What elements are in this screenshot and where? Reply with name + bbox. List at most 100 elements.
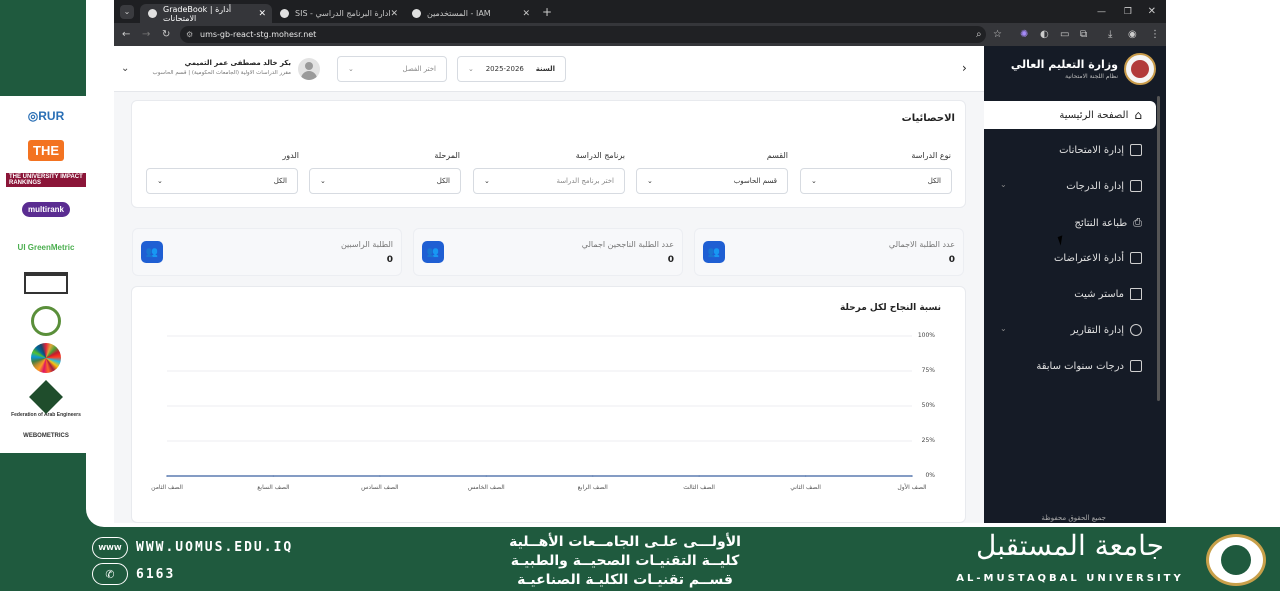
sidebar-item-exams[interactable]: إدارة الامتحانات bbox=[1059, 144, 1142, 156]
department-select[interactable]: ⌄ قسم الحاسوب bbox=[636, 168, 788, 194]
round-select[interactable]: ⌄ الكل bbox=[146, 168, 298, 194]
program-select[interactable]: ⌄ اختر برنامج الدراسة bbox=[473, 168, 625, 194]
department-value: قسم الحاسوب bbox=[733, 177, 777, 185]
pass-rate-chart-card: نسبة النجاح لكل مرحلة 100% 75% 50% 25% 0% ال… bbox=[131, 286, 966, 523]
avatar[interactable] bbox=[298, 58, 320, 80]
sidebar-scrollbar[interactable] bbox=[1157, 96, 1160, 401]
sidebar-item-previous-grades[interactable]: درجات سنوات سابقة bbox=[1036, 360, 1142, 372]
back-icon[interactable]: ← bbox=[122, 29, 130, 40]
data-point[interactable] bbox=[272, 475, 275, 477]
chevron-down-icon: ⌄ bbox=[811, 177, 817, 185]
sidebar-item-label: ماستر شيت bbox=[1074, 288, 1124, 300]
calculator-icon bbox=[1130, 180, 1142, 192]
chevron-down-icon[interactable]: ⌄ bbox=[1000, 180, 1007, 189]
sidebar-item-reports[interactable]: إدارة التقارير bbox=[1071, 324, 1142, 336]
filter-label-department: القسم bbox=[766, 151, 788, 160]
site-info-icon: ⚙ bbox=[186, 30, 194, 39]
sidebar-item-master-sheet[interactable]: ماستر شيت bbox=[1074, 288, 1142, 300]
tab-label: المستخدمين - IAM bbox=[427, 9, 491, 18]
chevron-down-icon: ⌄ bbox=[468, 65, 474, 73]
x-tick-label: الصف الخامس bbox=[467, 484, 505, 491]
phone-text: 6163 bbox=[136, 567, 176, 582]
new-tab-button[interactable]: + bbox=[542, 5, 552, 19]
study-type-select[interactable]: ⌄ الكل bbox=[800, 168, 952, 194]
slogan-line-2: كليــة التقنيـات الصحيــة والطبيـة bbox=[510, 553, 740, 569]
x-tick-label: الصف الرابع bbox=[577, 484, 608, 491]
address-bar: ← → ↻ ⚙ ums-gb-react-stg.mohesr.net ⌕ ☆ ✺… bbox=[114, 23, 1166, 46]
minimize-icon[interactable]: — bbox=[1097, 7, 1106, 17]
data-point[interactable] bbox=[804, 475, 807, 477]
app-header: ⌄ بكر خالد مصطفى عمر التميمي مقرر الدراس… bbox=[114, 46, 984, 92]
columns-logo bbox=[6, 271, 86, 295]
filter-label-study-type: نوع الدراسة bbox=[911, 151, 951, 160]
app-page: ⌄ بكر خالد مصطفى عمر التميمي مقرر الدراس… bbox=[114, 46, 1166, 523]
sidebar-item-objections[interactable]: أدارة الاعتراضات bbox=[1054, 252, 1142, 264]
round-value: الكل bbox=[273, 177, 287, 185]
slogan-line-1: الأولـــى علـى الجامــعات الأهــلية bbox=[509, 534, 741, 550]
extension3-icon[interactable]: ▭ bbox=[1060, 29, 1069, 40]
window-close-icon[interactable]: ✕ bbox=[1148, 6, 1156, 17]
year-select[interactable]: ⌄ 2025-2026 السنة bbox=[457, 56, 566, 82]
stat-card-failed-students: 👥 الطلبة الراسبين 0 bbox=[132, 228, 402, 276]
close-icon[interactable]: ✕ bbox=[390, 9, 398, 19]
statistics-title: الاحصائيات bbox=[901, 113, 955, 124]
slogan-line-3: قســم تقنيـات الكليـة الصناعيـة bbox=[517, 572, 733, 588]
sidebar-item-home[interactable]: الصفحة الرئيسية ⌂ bbox=[1059, 108, 1142, 122]
url-field[interactable]: ⚙ ums-gb-react-stg.mohesr.net bbox=[180, 26, 986, 43]
wreath-logo bbox=[6, 306, 86, 336]
x-tick-label: الصف الأول bbox=[897, 484, 927, 491]
profile-icon[interactable]: ◉ bbox=[1128, 29, 1137, 40]
x-tick-label: الصف الثاني bbox=[790, 484, 821, 491]
restore-icon[interactable]: ❐ bbox=[1124, 7, 1132, 17]
bookmark-star-icon[interactable]: ☆ bbox=[993, 29, 1002, 40]
sidebar-item-print-results[interactable]: طباعة النتائج ⎙ bbox=[1075, 216, 1143, 230]
the-logo: THE bbox=[6, 137, 86, 163]
tab-search-button[interactable]: ⌄ bbox=[120, 4, 134, 19]
data-point[interactable] bbox=[485, 475, 488, 477]
multirank-logo: multirank bbox=[6, 196, 86, 222]
home-icon: ⌂ bbox=[1134, 108, 1142, 122]
university-name-english: AL-MUSTAQBAL UNIVERSITY bbox=[956, 573, 1184, 584]
puzzle-icon[interactable]: ⧉ bbox=[1080, 29, 1087, 40]
close-icon[interactable]: ✕ bbox=[258, 9, 266, 19]
printer-icon: ⎙ bbox=[1133, 216, 1142, 229]
tab-gradebook[interactable]: GradeBook | أدارة الامتحانات ✕ bbox=[140, 4, 272, 23]
extension-icon[interactable]: ✺ bbox=[1020, 29, 1028, 40]
data-point[interactable] bbox=[911, 475, 913, 477]
data-point[interactable] bbox=[166, 475, 168, 477]
semester-placeholder: اختر الفصل bbox=[402, 65, 436, 73]
system-subtitle: نظام اللجنة الامتحانية bbox=[1065, 73, 1118, 80]
check-square-icon bbox=[1130, 360, 1142, 372]
download-icon[interactable]: ⤓ bbox=[1108, 29, 1112, 40]
reload-icon[interactable]: ↻ bbox=[162, 29, 170, 40]
data-point[interactable] bbox=[591, 475, 594, 477]
university-banner: WWW WWW.UOMUS.EDU.IQ ✆ 6163 الأولـــى عل… bbox=[0, 527, 1280, 591]
user-role: مقرر الدراسات الاولية (الجامعات الحكومية… bbox=[152, 70, 291, 76]
forward-icon[interactable]: → bbox=[142, 29, 150, 40]
tab-label: SIS - ادارة البرنامج الدراسي bbox=[295, 9, 391, 18]
stage-value: الكل bbox=[436, 177, 450, 185]
x-tick-label: الصف السادس bbox=[361, 484, 399, 491]
chevron-down-icon[interactable]: ⌄ bbox=[1000, 324, 1007, 333]
y-tick-label: 25% bbox=[921, 437, 935, 444]
filter-label-stage: المرحلة bbox=[434, 151, 460, 160]
program-placeholder: اختر برنامج الدراسة bbox=[556, 177, 614, 185]
semester-select[interactable]: ⌄ اختر الفصل bbox=[337, 56, 447, 82]
extension2-icon[interactable]: ◐ bbox=[1040, 29, 1049, 40]
chevron-right-icon[interactable]: › bbox=[962, 61, 967, 75]
data-point[interactable] bbox=[379, 475, 381, 477]
sidebar-item-label: الصفحة الرئيسية bbox=[1059, 109, 1129, 121]
university-seal bbox=[1206, 534, 1266, 586]
menu-icon[interactable]: ⋮ bbox=[1150, 29, 1160, 40]
y-tick-label: 0% bbox=[925, 472, 935, 479]
tab-sis[interactable]: SIS - ادارة البرنامج الدراسي ✕ bbox=[272, 4, 404, 23]
ministry-title: وزارة التعليم العالي bbox=[1010, 58, 1118, 71]
data-point[interactable] bbox=[698, 475, 700, 477]
sidebar-item-grades[interactable]: إدارة الدرجات bbox=[1066, 180, 1142, 192]
close-icon[interactable]: ✕ bbox=[522, 9, 530, 19]
zoom-icon[interactable]: ⌕ bbox=[976, 29, 982, 40]
users-icon: 👥 bbox=[141, 241, 163, 263]
y-tick-label: 75% bbox=[921, 367, 935, 374]
stage-select[interactable]: ⌄ الكل bbox=[309, 168, 461, 194]
tab-iam[interactable]: المستخدمين - IAM ✕ bbox=[404, 4, 536, 23]
